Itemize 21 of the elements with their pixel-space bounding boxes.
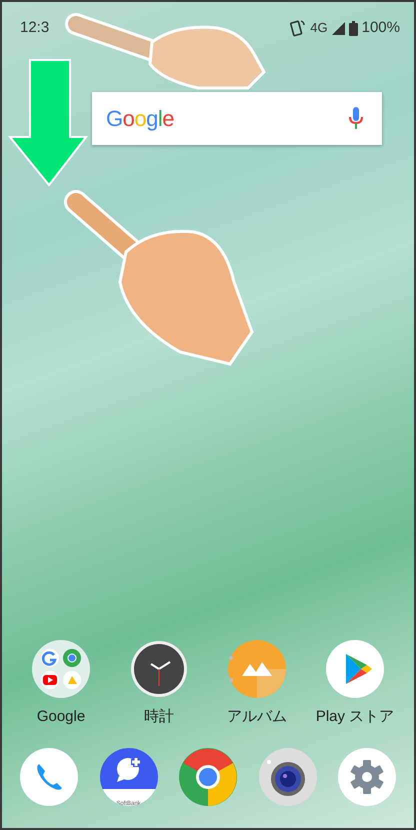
app-label: アルバム	[227, 706, 287, 726]
signal-icon	[332, 22, 345, 34]
search-bar[interactable]: Google	[92, 92, 382, 145]
app-label: Play ストア	[316, 706, 394, 726]
app-folder-icon[interactable]	[32, 640, 90, 698]
play-store-icon[interactable]	[326, 640, 384, 698]
settings-icon[interactable]	[338, 748, 396, 806]
app-label: Google	[36, 706, 86, 726]
network-type: 4G	[310, 19, 328, 38]
album-icon[interactable]	[228, 640, 286, 698]
app-label: 時計	[144, 706, 174, 726]
battery-icon	[348, 20, 358, 36]
clock-icon[interactable]	[130, 640, 188, 698]
battery-percentage: 100%	[362, 18, 400, 38]
chrome-icon[interactable]	[179, 748, 237, 806]
phone-icon[interactable]	[20, 748, 78, 806]
google-logo: Google	[106, 105, 174, 133]
microphone-icon	[348, 106, 364, 132]
status-time: 12:3	[20, 18, 50, 38]
camera-icon[interactable]	[258, 748, 316, 806]
vibrate-icon	[290, 19, 306, 37]
